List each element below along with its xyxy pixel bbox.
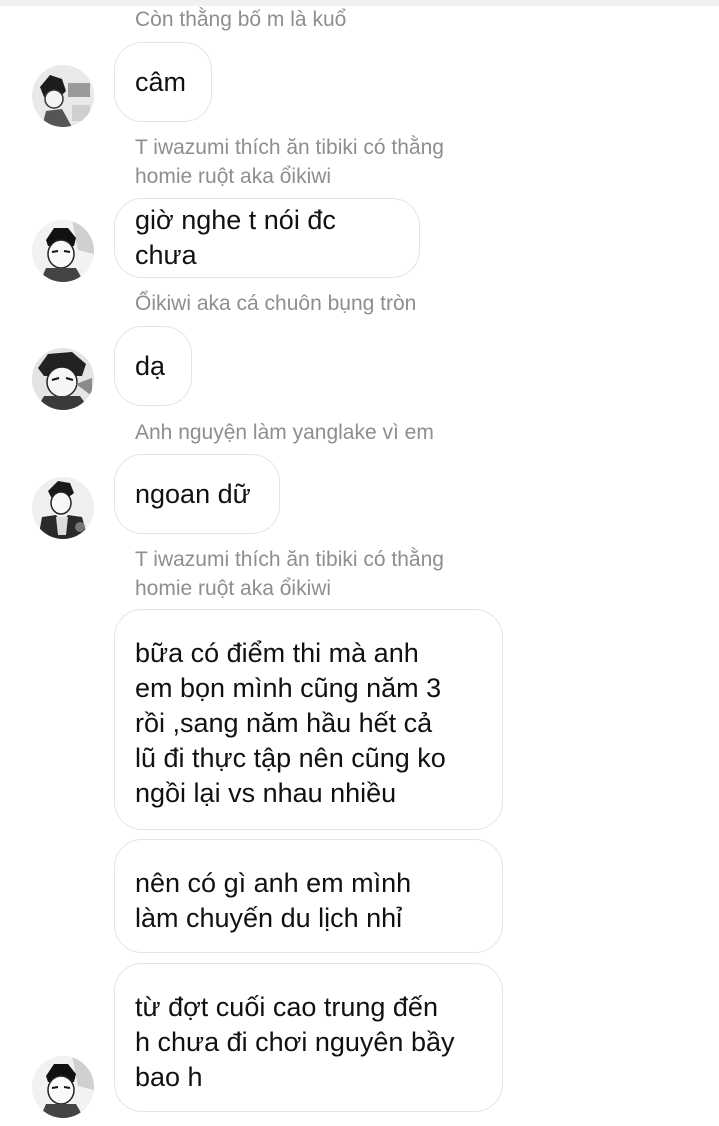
- top-divider: [0, 0, 719, 6]
- manga-avatar-icon[interactable]: [32, 65, 94, 127]
- sender-name: Còn thằng bố m là kuổ: [135, 8, 347, 31]
- message-bubble[interactable]: ngoan dữ: [114, 454, 280, 534]
- message-bubble[interactable]: dạ: [114, 326, 192, 406]
- message-bubble[interactable]: câm: [114, 42, 212, 122]
- sender-name: T iwazumi thích ăn tibiki có thằng homie…: [135, 136, 444, 188]
- message-bubble[interactable]: bữa có điểm thi mà anh em bọn mình cũng …: [114, 609, 503, 830]
- message-bubble[interactable]: từ đợt cuối cao trung đến h chưa đi chơi…: [114, 963, 503, 1112]
- manga-avatar-icon[interactable]: [32, 220, 94, 282]
- message-bubble[interactable]: nên có gì anh em mình làm chuyến du lịch…: [114, 839, 503, 953]
- manga-avatar-icon[interactable]: [32, 1056, 94, 1118]
- manga-avatar-icon[interactable]: [32, 348, 94, 410]
- manga-avatar-icon[interactable]: [32, 477, 94, 539]
- sender-name: Ổikiwi aka cá chuôn bụng tròn: [135, 292, 417, 315]
- sender-name: Anh nguyện làm yanglake vì em: [135, 421, 434, 444]
- message-bubble[interactable]: giờ nghe t nói đc chưa: [114, 198, 420, 278]
- sender-name: T iwazumi thích ăn tibiki có thằng homie…: [135, 548, 444, 600]
